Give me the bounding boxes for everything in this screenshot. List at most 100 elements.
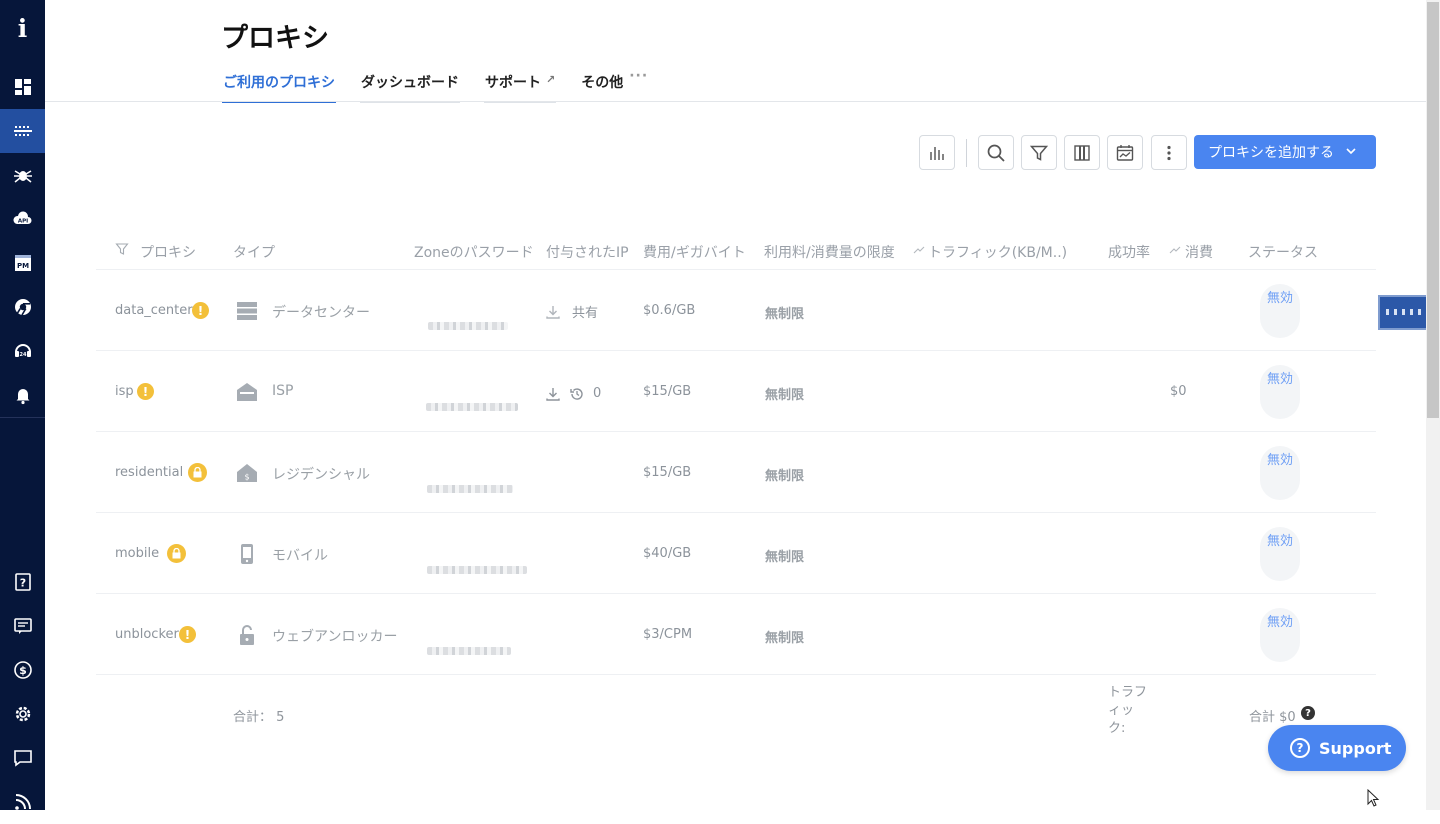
tab-dashboard[interactable]: ダッシュボード — [360, 72, 460, 103]
mouse-cursor-icon — [1367, 789, 1380, 807]
building-icon — [237, 383, 257, 401]
total-count: 合計： 5 — [233, 710, 285, 725]
usage-limit: 無制限 — [765, 388, 805, 403]
col-header-zone-password[interactable]: Zoneのパスワード — [414, 242, 534, 262]
add-proxy-label: プロキシを追加する — [1208, 145, 1334, 161]
row-divider — [96, 674, 1376, 675]
info-question-icon[interactable]: ? — [1301, 706, 1315, 720]
proxy-name[interactable]: unblocker — [115, 627, 179, 642]
chart-icon[interactable] — [919, 135, 955, 170]
status-toggle[interactable]: 無効 — [1260, 284, 1300, 338]
proxies-icon[interactable] — [0, 109, 45, 153]
col-header-status[interactable]: ステータス — [1248, 242, 1318, 262]
download-icon[interactable] — [545, 304, 561, 320]
cost-per-gb: $3/CPM — [643, 627, 693, 642]
zone-password-masked — [427, 485, 513, 493]
col-header-assigned-ip[interactable]: 付与されたIP — [546, 242, 629, 262]
settings-icon[interactable] — [0, 692, 45, 736]
proxy-manager-icon[interactable]: PM — [0, 241, 45, 285]
tab-more[interactable]: その他 ··· — [580, 68, 649, 102]
usage-limit: 無制限 — [765, 631, 805, 646]
side-widget-tab[interactable] — [1378, 295, 1426, 330]
proxy-name[interactable]: isp — [115, 384, 134, 399]
svg-text:24: 24 — [19, 352, 26, 358]
support-24-icon[interactable]: 24 — [0, 329, 45, 373]
trend-icon — [1169, 246, 1181, 254]
col-header-type[interactable]: タイプ — [233, 242, 275, 262]
proxy-type: レジデンシャル — [272, 467, 370, 483]
dollar-icon[interactable]: $ — [0, 648, 45, 692]
trend-icon — [913, 246, 925, 254]
api-icon[interactable]: API — [0, 197, 45, 241]
proxy-name[interactable]: residential — [115, 465, 183, 480]
tab-label: ご利用のプロキシ — [223, 75, 335, 91]
help-icon[interactable]: ? — [0, 560, 45, 604]
col-header-success-rate[interactable]: 成功率 — [1108, 242, 1150, 262]
svg-text:?: ? — [19, 577, 25, 590]
proxy-name[interactable]: data_center — [115, 303, 193, 318]
rss-icon[interactable] — [0, 780, 45, 824]
usage-limit: 無制限 — [765, 469, 805, 484]
scraper-icon[interactable] — [0, 153, 45, 197]
side-nav: i API PM 24 ? $ — [0, 0, 45, 810]
cost-per-gb: $15/GB — [643, 384, 692, 399]
page-title: プロキシ — [221, 23, 329, 54]
filter-icon[interactable] — [1021, 135, 1057, 170]
status-toggle[interactable]: 無効 — [1260, 608, 1300, 662]
col-header-limit[interactable]: 利用料/消費量の限度 — [764, 242, 895, 262]
bell-icon[interactable] — [0, 373, 45, 417]
search-icon[interactable] — [978, 135, 1014, 170]
row-divider — [96, 593, 1376, 594]
support-label: Support — [1319, 738, 1392, 758]
proxy-type: データセンター — [272, 305, 370, 321]
status-toggle[interactable]: 無効 — [1260, 446, 1300, 500]
browser-icon[interactable] — [0, 285, 45, 329]
traffic-total-label: トラフィック: — [1108, 685, 1148, 736]
add-proxy-button[interactable]: プロキシを追加する — [1194, 135, 1376, 169]
zone-password-masked — [426, 403, 518, 411]
dashboard-icon[interactable] — [0, 65, 45, 109]
cost-per-gb: $40/GB — [643, 546, 692, 561]
proxy-name[interactable]: mobile — [115, 546, 159, 561]
columns-icon[interactable] — [1064, 135, 1100, 170]
usage-limit: 無制限 — [765, 307, 805, 322]
support-button[interactable]: ? Support — [1268, 725, 1406, 771]
col-header-cost[interactable]: 費用/ギガバイト — [643, 242, 746, 262]
chat-icon[interactable] — [0, 736, 45, 780]
unlock-icon — [240, 625, 254, 645]
rail-divider — [0, 417, 45, 418]
row-divider — [96, 269, 1376, 270]
download-icon[interactable] — [545, 386, 561, 402]
status-toggle[interactable]: 無効 — [1260, 527, 1300, 581]
calendar-icon[interactable] — [1107, 135, 1143, 170]
col-header-spend[interactable]: 消費 — [1185, 242, 1213, 262]
app-logo[interactable]: i — [0, 14, 45, 43]
toolbar-divider — [966, 139, 967, 167]
col-header-proxy[interactable]: プロキシ — [140, 242, 196, 262]
more-dots-icon: ··· — [629, 68, 649, 84]
cost-per-gb: $15/GB — [643, 465, 692, 480]
tab-bar: ご利用のプロキシ ダッシュボード サポート ↗ その他 ··· — [222, 68, 673, 103]
svg-text:$: $ — [19, 664, 27, 677]
column-filter-icon[interactable] — [115, 242, 129, 256]
more-vertical-icon[interactable] — [1151, 135, 1187, 170]
total-spend: 合計 $0 — [1249, 710, 1296, 725]
col-header-traffic[interactable]: トラフィック(KB/M..) — [928, 242, 1067, 262]
tab-support[interactable]: サポート ↗ — [484, 72, 557, 103]
header-divider — [45, 101, 1426, 102]
chevron-down-icon — [1346, 148, 1356, 155]
tab-my-proxies[interactable]: ご利用のプロキシ — [222, 72, 336, 103]
scrollbar[interactable] — [1426, 0, 1440, 810]
scrollbar-thumb[interactable] — [1427, 2, 1439, 418]
house-dollar-icon: $ — [237, 464, 257, 482]
history-icon[interactable] — [569, 386, 585, 402]
zone-password-masked — [428, 322, 508, 330]
tab-label: ダッシュボード — [361, 75, 459, 91]
ip-count: 0 — [593, 386, 602, 401]
shield-alert-icon: ! — [137, 383, 154, 400]
proxy-type: モバイル — [272, 548, 328, 564]
zone-password-masked — [427, 566, 527, 574]
status-toggle[interactable]: 無効 — [1260, 365, 1300, 419]
billing-list-icon[interactable] — [0, 604, 45, 648]
pm-icon-label: PM — [16, 262, 28, 270]
